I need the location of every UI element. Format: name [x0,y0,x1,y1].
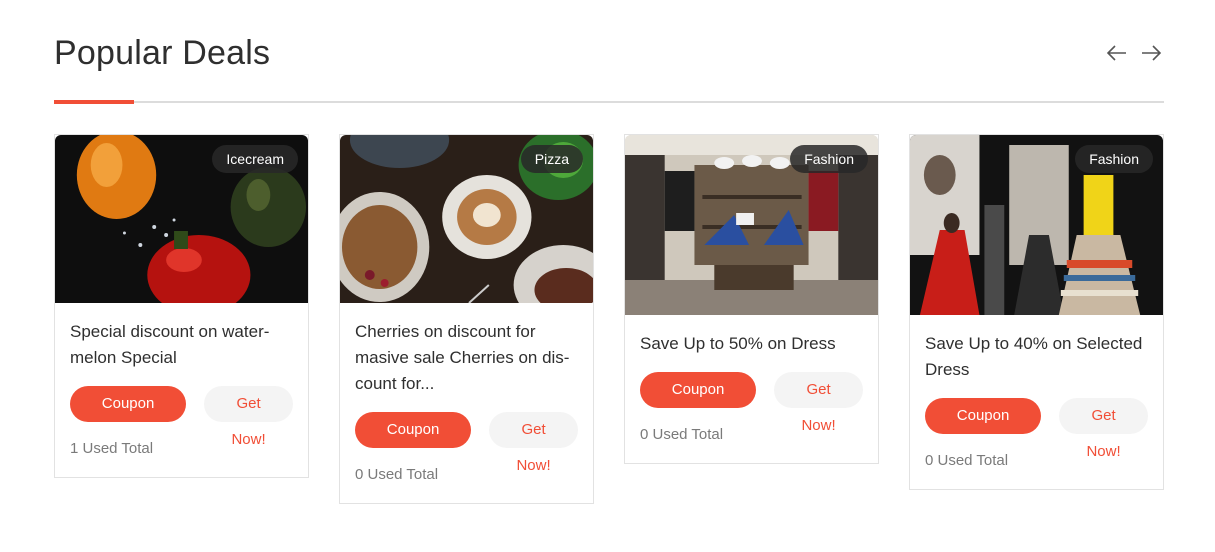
coupon-code-button[interactable]: Coupon Code [70,386,187,448]
deal-card[interactable]: Fashion Save Up to 40% on Selected Dress… [909,134,1164,490]
arrow-left-icon [1106,45,1126,61]
deal-card[interactable]: Icecream Special discount on water- melo… [54,134,309,478]
deal-image-clothing-store[interactable]: Fashion [625,135,878,315]
deal-title-line: Cherries on discount for [355,322,536,341]
deal-title[interactable]: Cherries on discount for masive sale Che… [355,319,578,397]
category-badge: Fashion [790,145,868,173]
category-badge: Fashion [1075,145,1153,173]
deal-title-line: Save Up to 40% on Selected [925,334,1143,353]
arrow-right-icon [1142,45,1162,61]
deal-title-line: masive sale Cherries on dis- [355,348,570,367]
coupon-code-button[interactable]: Coupon Code [640,372,757,434]
get-now-button[interactable]: Get Now! [1059,398,1148,460]
get-now-button[interactable]: Get Now! [489,412,578,474]
section-divider [54,101,1164,103]
deal-image-coffee[interactable]: Pizza [340,135,593,303]
coupon-code-button[interactable]: Coupon Code [355,412,472,474]
deal-title-line: Save Up to 50% on Dress [640,334,836,353]
deal-title[interactable]: Save Up to 50% on Dress [640,331,863,357]
deal-title-line: count for... [355,374,435,393]
category-badge: Pizza [520,145,583,173]
deal-title[interactable]: Special discount on water- melon Special [70,319,293,371]
deal-title-line: Special discount on water- [70,322,270,341]
deal-card[interactable]: Fashion Save Up to 50% on Dress Coupon C… [624,134,879,464]
category-badge: Icecream [212,145,298,173]
get-now-button[interactable]: Get Now! [204,386,293,448]
deal-title-line: melon Special [70,348,177,367]
coupon-code-button[interactable]: Coupon Code [925,398,1042,460]
section-divider-accent [54,100,134,104]
get-now-button[interactable]: Get Now! [774,372,863,434]
carousel-next-button[interactable] [1140,42,1162,64]
section-title: Popular Deals [54,34,271,72]
deal-card[interactable]: Pizza Cherries on discount for masive sa… [339,134,594,504]
deal-title-line: Dress [925,360,970,379]
deal-image-peppers[interactable]: Icecream [55,135,308,303]
carousel-prev-button[interactable] [1106,42,1128,64]
deal-title[interactable]: Save Up to 40% on Selected Dress [925,331,1148,383]
deal-image-fashion-exhibit[interactable]: Fashion [910,135,1163,315]
